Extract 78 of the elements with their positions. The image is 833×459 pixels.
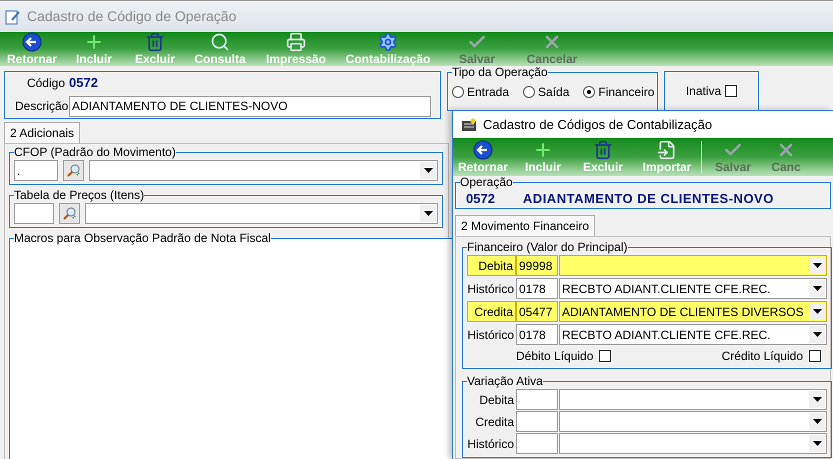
dropdown-field[interactable] xyxy=(559,411,827,432)
dropdown-field[interactable] xyxy=(85,203,438,224)
checkbox-label: Débito Líquido xyxy=(516,348,594,365)
tab[interactable]: 2 Adicionais xyxy=(4,122,80,143)
radio-label: Saída xyxy=(538,84,570,101)
text-field[interactable] xyxy=(516,411,558,432)
group-title: Tabela de Preços (Itens) xyxy=(14,189,144,202)
checkbox[interactable] xyxy=(599,350,612,362)
checkbox-label: Crédito Líquido xyxy=(722,348,803,365)
toolbar-button[interactable]: Consulta xyxy=(184,32,256,66)
operation-code: 0572 xyxy=(466,190,495,208)
text-field[interactable]: 99998 xyxy=(516,255,558,276)
form-icon xyxy=(4,8,22,26)
window-title: Cadastro de Código de Operação xyxy=(27,7,236,26)
toolbar-button[interactable]: Impressão xyxy=(256,32,336,66)
field-label: Código xyxy=(26,75,65,92)
checkbox[interactable] xyxy=(725,85,738,97)
toolbar-button[interactable]: Importar xyxy=(633,138,701,176)
dropdown-field[interactable] xyxy=(559,433,827,454)
plus-icon xyxy=(84,32,104,52)
group-title: Financeiro (Valor do Principal) xyxy=(467,241,628,254)
text-field[interactable] xyxy=(516,433,558,454)
toolbar-button[interactable]: Retornar xyxy=(453,138,513,176)
dropdown-field[interactable]: RECBTO ADIANT.CLIENTE CFE.REC. xyxy=(559,324,827,345)
text-field[interactable] xyxy=(14,203,54,224)
dropdown-field[interactable]: RECBTO ADIANT.CLIENTE CFE.REC. xyxy=(559,278,827,299)
code-value: 0572 xyxy=(69,74,98,92)
lookup-button[interactable] xyxy=(59,203,80,224)
magnifier-icon xyxy=(62,206,78,222)
field-label: Histórico xyxy=(467,280,515,298)
field-label: Credita xyxy=(467,301,516,322)
trash-icon xyxy=(593,140,613,160)
text-field[interactable]: . xyxy=(14,160,58,181)
dropdown-field[interactable] xyxy=(89,160,438,181)
text-field[interactable] xyxy=(516,389,558,410)
window-title: Cadastro de Códigos de Contabilização xyxy=(483,116,712,134)
checkbox-label: Inativa xyxy=(686,83,722,100)
radio-label: Entrada xyxy=(467,84,510,101)
group-title: Operação xyxy=(460,176,513,189)
lookup-button[interactable] xyxy=(63,160,84,181)
app-icon xyxy=(461,118,477,132)
toolbar-button[interactable]: Incluir xyxy=(513,138,573,176)
field-label: Descrição xyxy=(15,98,67,116)
field-label: Histórico xyxy=(467,436,515,452)
text-field[interactable]: 0178 xyxy=(516,278,558,299)
radio-button[interactable] xyxy=(523,86,536,98)
toolbar-button[interactable]: Excluir xyxy=(573,138,633,176)
group-title: Macros para Observação Padrão de Nota Fiscal xyxy=(14,232,271,245)
radio-button[interactable] xyxy=(583,86,596,98)
gear-icon xyxy=(378,32,398,52)
tab[interactable]: 2 Movimento Financeiro xyxy=(455,215,596,236)
field-label: Debita xyxy=(478,392,515,408)
printer-icon xyxy=(286,32,306,52)
search-icon xyxy=(210,32,230,52)
plus-icon xyxy=(533,140,553,160)
field-label: Debita xyxy=(467,255,516,276)
operation-name: ADIANTAMENTO DE CLIENTES-NOVO xyxy=(522,190,774,208)
dropdown-field[interactable] xyxy=(559,389,827,410)
toolbar-button[interactable]: Contabilização xyxy=(336,32,440,66)
text-field[interactable]: 05477 xyxy=(516,301,558,322)
toolbar-button[interactable]: Incluir xyxy=(62,32,126,66)
magnifier-icon xyxy=(66,162,82,178)
field-label: Credita xyxy=(474,414,515,430)
text-field[interactable]: ADIANTAMENTO DE CLIENTES-NOVO xyxy=(69,96,431,117)
group-title: CFOP (Padrão do Movimento) xyxy=(14,146,176,159)
dropdown-field[interactable] xyxy=(559,255,827,276)
field-label: Histórico xyxy=(467,326,515,344)
radio-label: Financeiro xyxy=(598,84,654,101)
group-title: Variação Ativa xyxy=(467,375,543,388)
trash-icon xyxy=(145,32,165,52)
document-icon xyxy=(657,140,677,160)
dropdown-field[interactable]: ADIANTAMENTO DE CLIENTES DIVERSOS xyxy=(559,301,827,322)
radio-button[interactable] xyxy=(452,86,464,98)
toolbar-button[interactable]: Excluir xyxy=(126,32,184,66)
toolbar-button[interactable]: Retornar xyxy=(2,32,62,66)
group-title: Tipo da Operação xyxy=(452,66,548,79)
checkbox[interactable] xyxy=(809,350,821,362)
text-field[interactable]: 0178 xyxy=(516,324,558,345)
